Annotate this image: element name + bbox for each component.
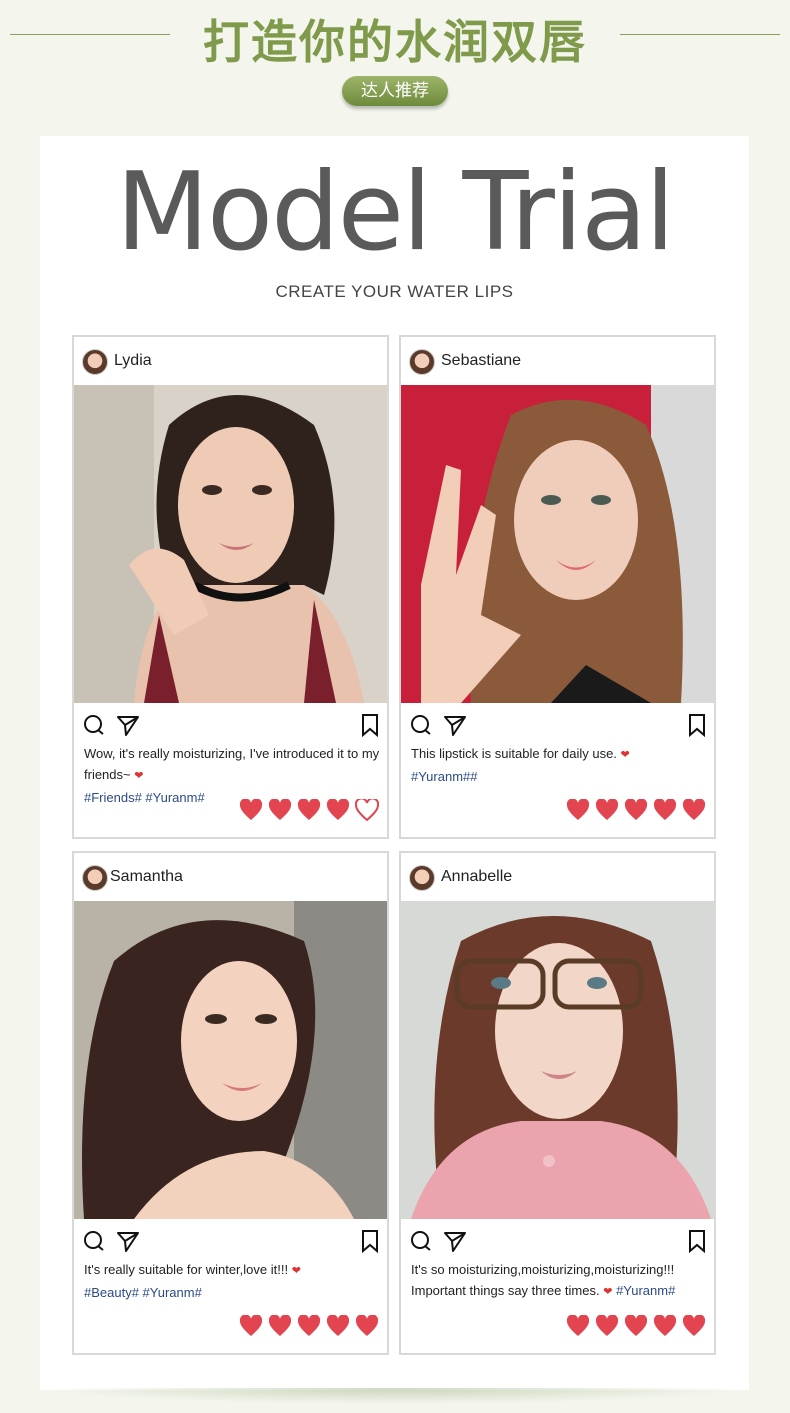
heart-icon[interactable]	[653, 799, 677, 821]
hashtags[interactable]: #Yuranm#	[616, 1283, 675, 1298]
heart-icon[interactable]	[624, 799, 648, 821]
heart-emoji-icon: ❤	[603, 1286, 613, 1298]
post-photo[interactable]	[401, 901, 714, 1219]
bookmark-icon[interactable]	[358, 1229, 382, 1253]
avatar[interactable]	[82, 865, 108, 891]
page-title-cn: 打造你的水润双唇	[203, 15, 587, 69]
recommend-badge[interactable]: 达人推荐	[342, 76, 448, 106]
username[interactable]: Annabelle	[441, 868, 512, 886]
heart-icon[interactable]	[566, 1315, 590, 1337]
heart-icon[interactable]	[682, 1315, 706, 1337]
post-actions	[74, 1227, 387, 1255]
heart-icon[interactable]	[595, 799, 619, 821]
comment-icon[interactable]	[82, 713, 106, 737]
post-actions	[74, 711, 387, 739]
heart-icon[interactable]	[566, 799, 590, 821]
share-icon[interactable]	[443, 1229, 467, 1253]
caption-text: This lipstick is suitable for daily use.	[411, 746, 617, 761]
post-caption: It's so moisturizing,moisturizing,moistu…	[411, 1259, 711, 1303]
heart-rating	[239, 799, 379, 823]
post-photo[interactable]	[401, 385, 714, 703]
post-card: Annabelle It's so moisturizing,moisturiz…	[399, 851, 716, 1355]
post-photo[interactable]	[74, 385, 387, 703]
bookmark-icon[interactable]	[685, 1229, 709, 1253]
username[interactable]: Sebastiane	[441, 352, 521, 370]
username[interactable]: Lydia	[114, 352, 152, 370]
post-header: Lydia	[74, 337, 387, 385]
heart-rating	[239, 1315, 379, 1339]
post-actions	[401, 711, 714, 739]
hashtags[interactable]: #Beauty# #Yuranm#	[84, 1285, 202, 1300]
heart-icon[interactable]	[297, 799, 321, 821]
share-icon[interactable]	[116, 1229, 140, 1253]
panel-shadow	[40, 1388, 749, 1404]
heart-icon[interactable]	[682, 799, 706, 821]
heart-icon[interactable]	[624, 1315, 648, 1337]
top-header: 打造你的水润双唇 达人推荐	[0, 0, 790, 120]
share-icon[interactable]	[116, 713, 140, 737]
comment-icon[interactable]	[82, 1229, 106, 1253]
post-header: Annabelle	[401, 853, 714, 901]
heart-emoji-icon: ❤	[134, 770, 144, 782]
heart-rating	[566, 1315, 706, 1339]
caption-text: It's really suitable for winter,love it!…	[84, 1262, 289, 1277]
hashtags[interactable]: #Yuranm##	[411, 769, 478, 784]
heart-emoji-icon: ❤	[291, 1265, 301, 1277]
share-icon[interactable]	[443, 713, 467, 737]
heart-icon[interactable]	[297, 1315, 321, 1337]
hashtags[interactable]: #Friends# #Yuranm#	[84, 790, 205, 805]
heart-icon[interactable]	[653, 1315, 677, 1337]
heart-icon[interactable]	[326, 1315, 350, 1337]
post-card: Sebastiane This lipstick is suitable for…	[399, 335, 716, 839]
heart-icon[interactable]	[239, 799, 263, 821]
comment-icon[interactable]	[409, 1229, 433, 1253]
heart-emoji-icon: ❤	[620, 749, 630, 761]
post-actions	[401, 1227, 714, 1255]
post-caption: It's really suitable for winter,love it!…	[84, 1259, 384, 1303]
heart-icon[interactable]	[239, 1315, 263, 1337]
heart-rating	[566, 799, 706, 823]
heart-icon[interactable]	[268, 1315, 292, 1337]
heart-icon[interactable]	[268, 799, 292, 821]
bookmark-icon[interactable]	[685, 713, 709, 737]
model-trial-title: Model Trial	[115, 150, 675, 275]
avatar[interactable]	[409, 349, 435, 375]
post-header: Sebastiane	[401, 337, 714, 385]
divider-right	[620, 34, 780, 35]
heart-icon[interactable]	[326, 799, 350, 821]
subtitle: CREATE YOUR WATER LIPS	[275, 282, 514, 301]
heart-icon[interactable]	[355, 799, 379, 821]
post-caption: This lipstick is suitable for daily use.…	[411, 743, 711, 787]
caption-text: Wow, it's really moisturizing, I've intr…	[84, 746, 380, 782]
post-photo[interactable]	[74, 901, 387, 1219]
heart-icon[interactable]	[355, 1315, 379, 1337]
avatar[interactable]	[409, 865, 435, 891]
avatar[interactable]	[82, 349, 108, 375]
username[interactable]: Samantha	[110, 868, 183, 886]
comment-icon[interactable]	[409, 713, 433, 737]
bookmark-icon[interactable]	[358, 713, 382, 737]
heart-icon[interactable]	[595, 1315, 619, 1337]
post-card: Lydia Wow, it's really moisturizing, I'v…	[72, 335, 389, 839]
post-header: Samantha	[74, 853, 387, 901]
post-card: Samantha It's really suitable for winter…	[72, 851, 389, 1355]
